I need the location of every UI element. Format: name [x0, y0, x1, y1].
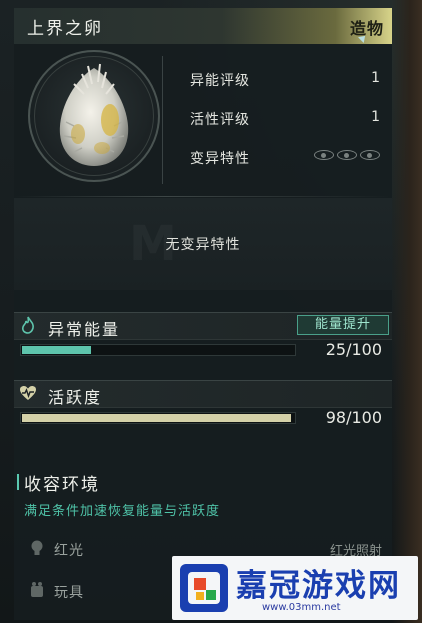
screen: 上界之卵 造物 异能评级 1 活性评级 1 变异特性 无变异特性 异常能量 能量…	[0, 0, 422, 623]
site-watermark-name: 嘉冠游戏网	[236, 568, 401, 604]
energy-label: 异常能量	[48, 320, 121, 339]
stat-label: 异能评级	[190, 73, 250, 89]
stat-row-ability: 异能评级 1	[190, 68, 380, 90]
traits-text: 无变异特性	[165, 237, 241, 253]
eye-icon	[314, 150, 334, 160]
environment-label: 红光	[54, 543, 84, 559]
mutation-slots	[314, 150, 380, 160]
traits-box: M 无变异特性	[14, 198, 392, 290]
item-detail-panel: 上界之卵 造物 异能评级 1 活性评级 1 变异特性 无变异特性 异常能量 能量…	[14, 8, 392, 620]
energy-value: 25/100	[325, 340, 382, 359]
item-type-badge: 造物	[349, 19, 384, 38]
environment-label: 玩具	[54, 585, 84, 601]
flame-icon	[18, 315, 38, 335]
site-watermark-url: www.03mm.net	[262, 602, 341, 613]
stat-label: 活性评级	[190, 112, 250, 128]
eye-icon	[337, 150, 357, 160]
portrait-divider	[162, 56, 163, 184]
stat-label: 变异特性	[190, 151, 250, 167]
background-edge	[392, 0, 422, 623]
stat-value: 1	[371, 70, 380, 86]
title-bar: 上界之卵 造物	[14, 8, 392, 44]
activity-bar	[20, 412, 296, 424]
stat-row-mutation: 变异特性	[190, 146, 380, 168]
stat-row-vitality: 活性评级 1	[190, 107, 380, 129]
energy-boost-button[interactable]: 能量提升	[297, 315, 389, 335]
energy-bar-fill	[22, 346, 91, 354]
site-watermark: 嘉冠游戏网 www.03mm.net	[172, 556, 418, 620]
egg-icon	[59, 63, 129, 166]
stat-value: 1	[371, 109, 380, 125]
heartbeat-icon	[18, 383, 38, 403]
activity-value: 98/100	[325, 408, 382, 427]
activity-header: 活跃度	[14, 380, 392, 408]
item-portrait	[28, 50, 160, 182]
item-title: 上界之卵	[27, 19, 103, 39]
section-divider	[14, 196, 392, 197]
eye-icon	[360, 150, 380, 160]
toy-icon	[28, 581, 46, 599]
site-logo-icon	[180, 564, 228, 612]
activity-bar-fill	[22, 414, 291, 422]
energy-header: 异常能量 能量提升	[14, 312, 392, 340]
bulb-icon	[28, 539, 46, 557]
environment-subtitle: 满足条件加速恢复能量与活跃度	[24, 504, 221, 519]
environment-accent	[17, 474, 19, 490]
environment-title: 收容环境	[24, 475, 100, 495]
activity-label: 活跃度	[48, 388, 103, 407]
energy-bar	[20, 344, 296, 356]
